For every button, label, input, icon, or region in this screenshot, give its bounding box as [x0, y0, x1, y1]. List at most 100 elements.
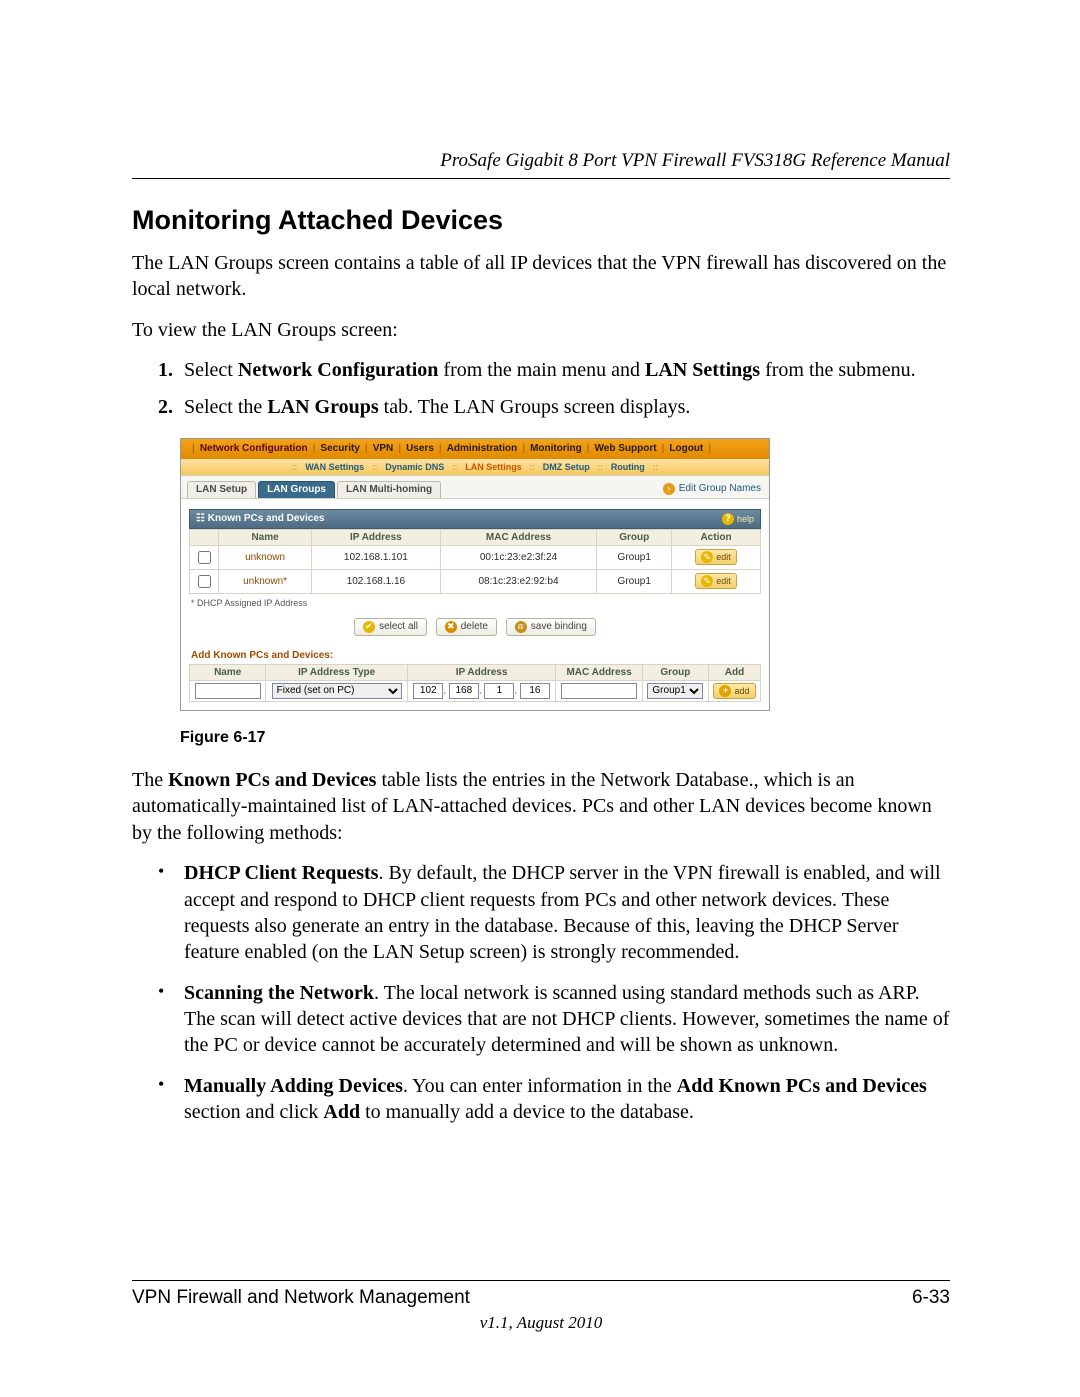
header-rule	[132, 178, 950, 179]
nav-network-configuration[interactable]: Network Configuration	[200, 443, 308, 454]
col-group: Group	[597, 529, 672, 545]
bullet-text-3: to manually add a device to the database…	[360, 1101, 694, 1123]
bullet-bold: Manually Adding Devices	[184, 1075, 403, 1097]
bullet-manual: Manually Adding Devices. You can enter i…	[158, 1073, 950, 1126]
group-select[interactable]: Group1	[647, 683, 703, 699]
edit-icon: ✎	[701, 551, 713, 563]
cell-group: Group1	[597, 569, 672, 593]
cell-group: Group1	[597, 545, 672, 569]
select-all-button[interactable]: ✔select all	[354, 618, 427, 636]
bullet-dhcp: DHCP Client Requests. By default, the DH…	[158, 860, 950, 966]
step-2-bold: LAN Groups	[267, 396, 378, 418]
add-col-ip: IP Address	[407, 664, 555, 680]
nav-logout[interactable]: Logout	[669, 443, 703, 454]
plus-icon: +	[719, 685, 731, 697]
tabs-row: LAN Setup LAN Groups LAN Multi-homing › …	[181, 475, 769, 499]
top-nav-bar: | Network Configuration| Security| VPN| …	[181, 439, 769, 459]
step-2-text-2: tab. The LAN Groups screen displays.	[379, 396, 691, 418]
dhcp-footnote: * DHCP Assigned IP Address	[191, 598, 761, 608]
table-row: unknown 102.168.1.101 00:1c:23:e2:3f:24 …	[190, 545, 761, 569]
ip-octet-3[interactable]	[484, 683, 514, 699]
add-mac-input[interactable]	[561, 683, 637, 699]
step-2-text: Select the	[184, 396, 267, 418]
add-name-input[interactable]	[195, 683, 261, 699]
subnav-wan-settings[interactable]: WAN Settings	[305, 462, 364, 472]
add-button[interactable]: +add	[713, 683, 755, 699]
nav-security[interactable]: Security	[320, 443, 359, 454]
known-pcs-description: The Known PCs and Devices table lists th…	[132, 767, 950, 846]
action-buttons-row: ✔select all ✖delete ⧈ save binding	[189, 618, 761, 636]
delete-button[interactable]: ✖delete	[436, 618, 497, 636]
edit-button[interactable]: ✎edit	[695, 573, 737, 589]
row-checkbox[interactable]	[198, 575, 211, 588]
subnav-lan-settings[interactable]: LAN Settings	[465, 462, 522, 472]
save-icon: ⧈	[515, 621, 527, 633]
nav-monitoring[interactable]: Monitoring	[530, 443, 582, 454]
figure-caption: Figure 6-17	[180, 729, 768, 747]
edit-label: edit	[716, 552, 731, 562]
subnav-routing[interactable]: Routing	[611, 462, 645, 472]
row-checkbox[interactable]	[198, 551, 211, 564]
footer-version: v1.1, August 2010	[132, 1313, 950, 1333]
col-ip: IP Address	[312, 529, 440, 545]
cell-mac: 08:1c:23:e2:92:b4	[440, 569, 597, 593]
add-label: add	[734, 686, 749, 696]
check-icon: ✔	[363, 621, 375, 633]
bullet-text-2: section and click	[184, 1101, 323, 1123]
col-action: Action	[672, 529, 761, 545]
subnav-dmz-setup[interactable]: DMZ Setup	[543, 462, 590, 472]
step-1-bold-1: Network Configuration	[238, 359, 439, 381]
edit-icon: ✎	[701, 575, 713, 587]
step-1: Select Network Configuration from the ma…	[178, 357, 950, 383]
intro-paragraph: The LAN Groups screen contains a table o…	[132, 250, 950, 303]
bullet-bold-3: Add	[323, 1101, 360, 1123]
step-1-text: Select	[184, 359, 238, 381]
nav-vpn[interactable]: VPN	[373, 443, 394, 454]
known-pcs-table: Name IP Address MAC Address Group Action…	[189, 529, 761, 594]
tab-lan-groups[interactable]: LAN Groups	[258, 481, 335, 498]
cell-name: unknown	[219, 545, 312, 569]
edit-group-names-link[interactable]: › Edit Group Names	[663, 483, 761, 495]
cell-ip: 102.168.1.16	[312, 569, 440, 593]
add-col-group: Group	[642, 664, 708, 680]
bullet-scanning: Scanning the Network. The local network …	[158, 980, 950, 1059]
step-1-bold-2: LAN Settings	[645, 359, 760, 381]
step-2: Select the LAN Groups tab. The LAN Group…	[178, 394, 950, 420]
ip-octet-2[interactable]	[449, 683, 479, 699]
save-binding-label: save binding	[531, 621, 587, 632]
running-header: ProSafe Gigabit 8 Port VPN Firewall FVS3…	[132, 150, 950, 172]
tab-lan-multi-homing[interactable]: LAN Multi-homing	[337, 481, 441, 498]
edit-group-names-label: Edit Group Names	[679, 483, 761, 494]
nav-web-support[interactable]: Web Support	[595, 443, 657, 454]
section-title: Monitoring Attached Devices	[132, 205, 950, 236]
bullet-bold: Scanning the Network	[184, 982, 374, 1004]
ip-octet-1[interactable]	[413, 683, 443, 699]
ip-octet-4[interactable]	[520, 683, 550, 699]
col-mac: MAC Address	[440, 529, 597, 545]
question-icon: ?	[722, 513, 734, 525]
cell-mac: 00:1c:23:e2:3f:24	[440, 545, 597, 569]
to-view-paragraph: To view the LAN Groups screen:	[132, 317, 950, 343]
step-1-text-3: from the submenu.	[760, 359, 916, 381]
bullet-text: . You can enter information in the	[403, 1075, 677, 1097]
sub-nav-bar: :: WAN Settings:: Dynamic DNS:: LAN Sett…	[181, 459, 769, 475]
add-col-mac: MAC Address	[556, 664, 643, 680]
tab-lan-setup[interactable]: LAN Setup	[187, 481, 256, 498]
table-row: unknown* 102.168.1.16 08:1c:23:e2:92:b4 …	[190, 569, 761, 593]
nav-users[interactable]: Users	[406, 443, 434, 454]
col-name: Name	[219, 529, 312, 545]
add-section-title: Add Known PCs and Devices:	[191, 650, 761, 661]
cell-ip: 102.168.1.101	[312, 545, 440, 569]
page-footer: VPN Firewall and Network Management 6-33…	[132, 1280, 950, 1333]
nav-administration[interactable]: Administration	[447, 443, 518, 454]
help-link[interactable]: ? help	[722, 513, 754, 525]
add-row: Fixed (set on PC) . . . Group1	[190, 680, 761, 701]
ip-type-select[interactable]: Fixed (set on PC)	[272, 683, 402, 699]
known-pcs-panel-header: ☷ Known PCs and Devices ? help	[189, 509, 761, 529]
step-1-text-2: from the main menu and	[438, 359, 645, 381]
x-icon: ✖	[445, 621, 457, 633]
save-binding-button[interactable]: ⧈ save binding	[506, 618, 596, 636]
footer-left: VPN Firewall and Network Management	[132, 1287, 470, 1309]
edit-button[interactable]: ✎edit	[695, 549, 737, 565]
subnav-dynamic-dns[interactable]: Dynamic DNS	[385, 462, 444, 472]
